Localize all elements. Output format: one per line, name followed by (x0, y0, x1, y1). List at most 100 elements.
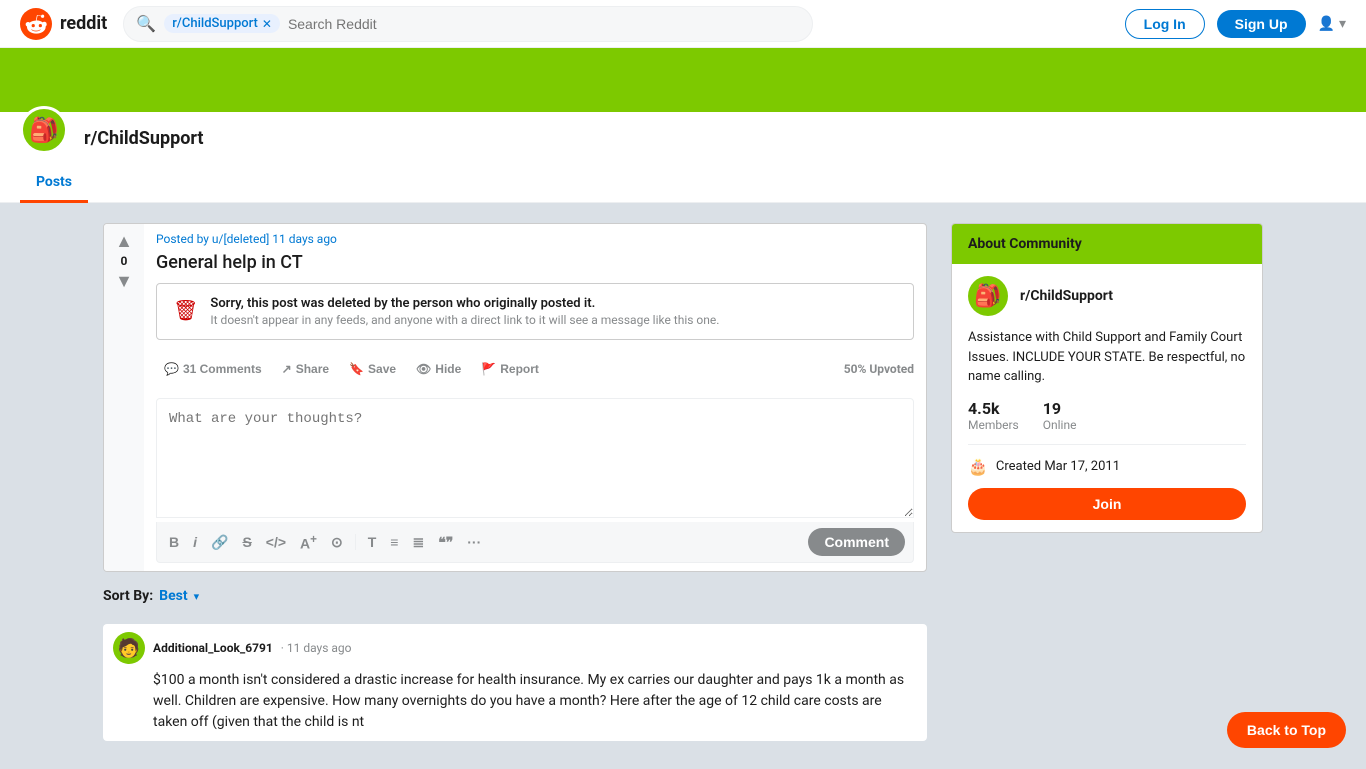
post-meta-text: Posted by u/[deleted] 11 days ago (156, 232, 337, 246)
online-value: 19 (1043, 399, 1077, 418)
post-meta: Posted by u/[deleted] 11 days ago (156, 232, 914, 246)
trash-icon: 🗑 (173, 298, 198, 322)
members-stat: 4.5k Members (968, 399, 1019, 432)
comment-text: $100 a month isn't considered a drastic … (113, 670, 915, 733)
search-bar: 🔍 r/ChildSupport ✕ (123, 6, 813, 42)
vote-count: 0 (121, 254, 128, 268)
tab-posts[interactable]: Posts (20, 164, 88, 203)
signup-button[interactable]: Sign Up (1217, 10, 1306, 38)
chevron-down-icon: ▾ (1339, 16, 1346, 32)
ordered-list-button[interactable]: ≣ (408, 532, 428, 553)
cake-icon: 🎂 (968, 457, 988, 476)
search-tag-label: r/ChildSupport (172, 16, 258, 31)
community-stats: 4.5k Members 19 Online (968, 399, 1246, 445)
sidebar: About Community 🎒 r/ChildSupport Assista… (951, 223, 1263, 749)
community-avatar: 🎒 (968, 276, 1008, 316)
subreddit-avatar-banner: 🎒 (20, 106, 68, 154)
upvote-button[interactable]: ▲ (115, 232, 133, 250)
deleted-primary-text: Sorry, this post was deleted by the pers… (210, 296, 719, 311)
search-tag: r/ChildSupport ✕ (164, 14, 280, 33)
more-formatting-button[interactable]: ··· (463, 532, 485, 552)
members-value: 4.5k (968, 399, 1019, 418)
share-button[interactable]: ↗ Share (274, 356, 337, 382)
deleted-secondary-text: It doesn't appear in any feeds, and anyo… (210, 313, 719, 327)
post-body: Posted by u/[deleted] 11 days ago Genera… (144, 224, 926, 571)
bullet-list-button[interactable]: ≡ (386, 532, 402, 552)
blockquote-button[interactable]: ❝❞ (434, 532, 457, 553)
subreddit-nav: Posts (0, 164, 1366, 203)
online-stat: 19 Online (1043, 399, 1077, 432)
subreddit-info-bar: 🎒 r/ChildSupport (0, 112, 1366, 164)
reddit-logo-icon (20, 8, 52, 40)
report-label: Report (500, 362, 539, 376)
user-menu[interactable]: 👤 ▾ (1318, 16, 1346, 32)
subreddit-name-banner: r/ChildSupport (84, 128, 204, 149)
spoiler-button[interactable]: ⊙ (327, 532, 347, 553)
comments-label: 31 Comments (183, 362, 262, 376)
sidebar-card-header: About Community (952, 224, 1262, 264)
superscript-button[interactable]: A+ (296, 531, 321, 554)
community-name[interactable]: r/ChildSupport (1020, 288, 1113, 304)
vote-column: ▲ 0 ▼ (104, 224, 144, 571)
comments-icon: 💬 (164, 362, 179, 376)
hide-button[interactable]: 👁 Hide (408, 356, 469, 382)
heading-button[interactable]: T (364, 532, 381, 552)
upvote-percentage: 50% Upvoted (844, 362, 914, 376)
report-button[interactable]: 🚩 Report (473, 356, 547, 382)
comment-toolbar: B i 🔗 S </> A+ ⊙ T ≡ ≣ ❝❞ ··· (156, 522, 914, 563)
comment-thread: 🧑 Additional_Look_6791 · 11 days ago $10… (103, 616, 927, 749)
table-row: 🧑 Additional_Look_6791 · 11 days ago $10… (103, 624, 927, 741)
bold-button[interactable]: B (165, 532, 183, 552)
join-button[interactable]: Join (968, 488, 1246, 520)
sidebar-card: About Community 🎒 r/ChildSupport Assista… (951, 223, 1263, 533)
commenter-name[interactable]: Additional_Look_6791 (153, 641, 273, 655)
avatar: 🧑 (113, 632, 145, 664)
search-icon: 🔍 (136, 14, 156, 33)
back-to-top-button[interactable]: Back to Top (1227, 712, 1346, 748)
hide-label: Hide (435, 362, 461, 376)
reddit-logo-link[interactable]: reddit (20, 8, 107, 40)
subreddit-banner (0, 48, 1366, 112)
share-icon: ↗ (282, 362, 292, 376)
post-actions: 💬 31 Comments ↗ Share 🔖 Save 👁 Hide (156, 352, 914, 386)
search-input[interactable] (288, 16, 800, 32)
sort-label: Sort By: (103, 588, 153, 604)
comment-header: 🧑 Additional_Look_6791 · 11 days ago (113, 632, 915, 664)
toolbar-separator-1 (355, 534, 356, 550)
deleted-notice-text: Sorry, this post was deleted by the pers… (210, 296, 719, 327)
post-card: ▲ 0 ▼ Posted by u/[deleted] 11 days ago … (103, 223, 927, 572)
community-info-row: 🎒 r/ChildSupport (968, 276, 1246, 316)
sort-chevron-icon[interactable]: ▾ (194, 590, 200, 603)
sort-value[interactable]: Best (159, 588, 187, 604)
reddit-wordmark: reddit (60, 13, 107, 34)
deleted-notice-box: 🗑 Sorry, this post was deleted by the pe… (156, 283, 914, 340)
header: reddit 🔍 r/ChildSupport ✕ Log In Sign Up… (0, 0, 1366, 48)
comment-textarea[interactable] (156, 398, 914, 518)
comment-time: · 11 days ago (281, 641, 352, 655)
italic-button[interactable]: i (189, 532, 201, 552)
header-actions: Log In Sign Up 👤 ▾ (1125, 9, 1346, 39)
user-icon: 👤 (1318, 16, 1335, 32)
created-text: Created Mar 17, 2011 (996, 459, 1120, 474)
comment-box-area: B i 🔗 S </> A+ ⊙ T ≡ ≣ ❝❞ ··· (156, 398, 914, 563)
report-icon: 🚩 (481, 362, 496, 376)
search-tag-close[interactable]: ✕ (262, 17, 272, 31)
community-created: 🎂 Created Mar 17, 2011 (968, 457, 1246, 476)
login-button[interactable]: Log In (1125, 9, 1205, 39)
post-title: General help in CT (156, 252, 914, 273)
link-button[interactable]: 🔗 (207, 532, 232, 553)
save-icon: 🔖 (349, 362, 364, 376)
hide-icon: 👁 (416, 362, 431, 376)
page-layout: ▲ 0 ▼ Posted by u/[deleted] 11 days ago … (83, 203, 1283, 769)
save-button[interactable]: 🔖 Save (341, 356, 404, 382)
code-button[interactable]: </> (262, 532, 290, 552)
community-description: Assistance with Child Support and Family… (968, 328, 1246, 387)
share-label: Share (296, 362, 329, 376)
strikethrough-button[interactable]: S (238, 532, 255, 552)
downvote-button[interactable]: ▼ (115, 272, 133, 290)
sort-bar: Sort By: Best ▾ (103, 588, 927, 604)
submit-comment-button[interactable]: Comment (808, 528, 905, 556)
comments-button[interactable]: 💬 31 Comments (156, 356, 270, 382)
main-content: ▲ 0 ▼ Posted by u/[deleted] 11 days ago … (103, 223, 927, 749)
save-label: Save (368, 362, 396, 376)
